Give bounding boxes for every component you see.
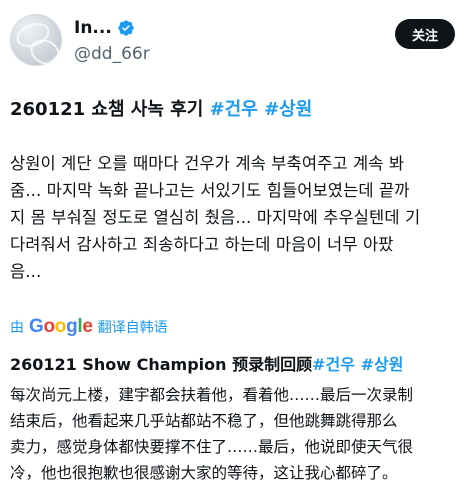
hashtag-link[interactable]: #건우 [312, 355, 355, 374]
translated-by-label: 由 [10, 320, 24, 336]
post-body-line: 음... [10, 262, 42, 281]
translated-body-line: 冷，他也很抱歉也很感谢大家的等待，这让我心都碎了。 [10, 464, 398, 482]
translated-body-line: 卖力，感觉身体都快要撑不住了……最后，他说即使天气很 [10, 438, 414, 456]
google-letter: o [54, 316, 67, 337]
hashtag-link[interactable]: #상원 [361, 355, 404, 374]
post-title: 260121 쇼챔 사녹 후기 #건우 #상원 [10, 97, 461, 122]
google-logo: Google [29, 316, 93, 338]
translated-body-line: 每次尚元上楼，建宇都会扶着他，看着他……最后一次录制 [10, 386, 414, 404]
translated-from-label: 翻译自韩语 [97, 320, 168, 336]
translated-body-line: 结束后，他看起来几乎站都站不稳了，但他跳舞跳得那么 [10, 412, 398, 430]
translated-title-text: 260121 Show Champion 预录制回顾 [10, 355, 313, 374]
google-letter: G [29, 316, 44, 337]
google-letter: o [43, 316, 55, 337]
post-title-text: 260121 쇼챔 사녹 후기 [10, 99, 204, 120]
translated-body: 每次尚元上楼，建宇都会扶着他，看着他……最后一次录制 结束后，他看起来几乎站都站… [10, 382, 461, 486]
google-letter: e [82, 316, 93, 337]
post-body-line: 다려줘서 감사하고 죄송하다고 하는데 마음이 너무 아팠 [10, 235, 394, 254]
translated-by-google[interactable]: 由 Google 翻译自韩语 [10, 316, 168, 338]
handle[interactable]: @dd_66r [74, 44, 150, 64]
author-name-row[interactable]: In... [74, 18, 135, 38]
avatar[interactable] [10, 14, 62, 66]
google-letter: g [66, 316, 78, 337]
post-body: 상원이 계단 오를 때마다 건우가 계속 부축여주고 계속 봐 줌... 마지막… [10, 150, 461, 285]
post-body-line: 줌... 마지막 녹화 끝나고는 서있기도 힘들어보였는데 끝까 [10, 181, 410, 200]
hashtag-link[interactable]: #건우 [210, 99, 258, 120]
post-body-line: 지 몸 부숴질 정도로 열심히 췄음... 마지막에 추우실텐데 기 [10, 208, 421, 227]
display-name[interactable]: In... [74, 18, 112, 38]
follow-button[interactable]: 关注 [395, 19, 455, 49]
post-body-line: 상원이 계단 오를 때마다 건우가 계속 부축여주고 계속 봐 [10, 154, 405, 173]
translated-title: 260121 Show Champion 预录制回顾#건우 #상원 [10, 352, 461, 377]
verified-badge-icon [118, 20, 134, 36]
hashtag-link[interactable]: #상원 [264, 99, 312, 120]
